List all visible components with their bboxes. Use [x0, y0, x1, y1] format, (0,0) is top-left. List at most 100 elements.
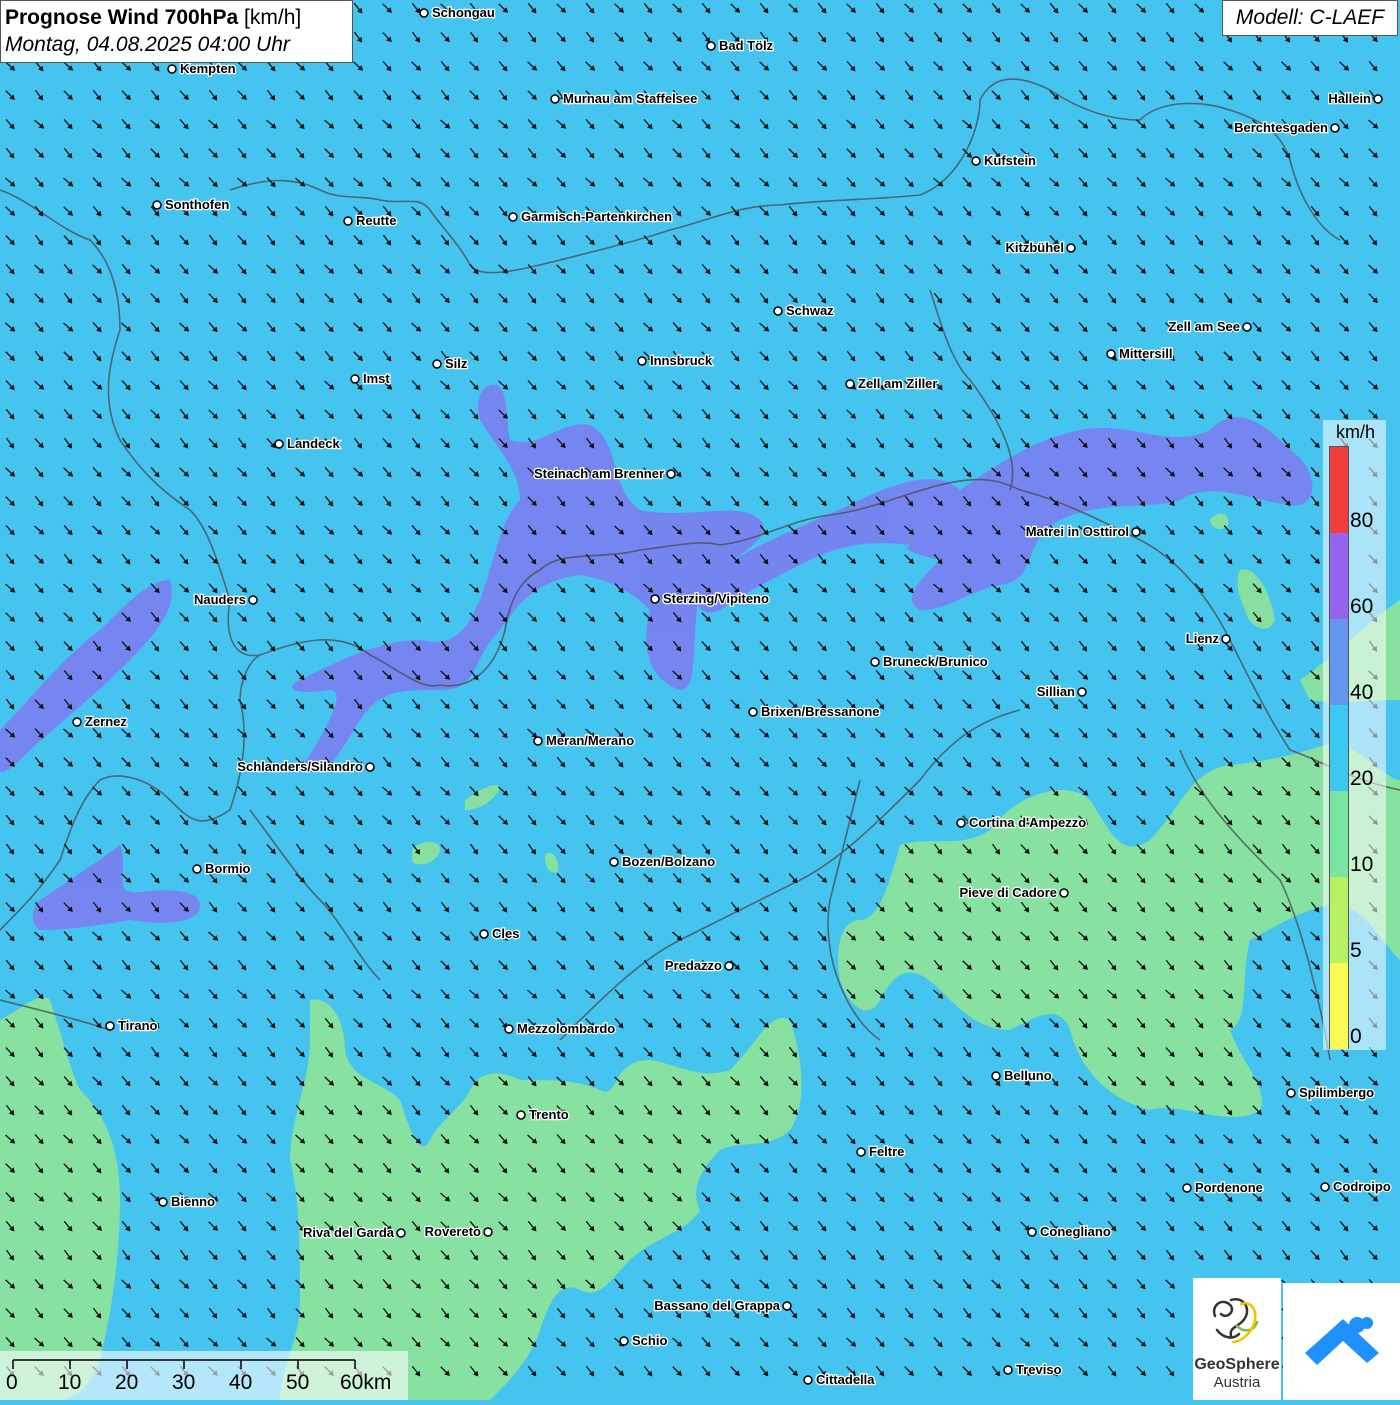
city-dot-icon [1373, 94, 1383, 104]
city-dot-icon [550, 94, 560, 104]
city-marker[interactable]: Matrei in Osttirol [1024, 523, 1141, 540]
city-label: Bassano del Grappa [654, 1298, 780, 1313]
city-dot-icon [483, 1227, 493, 1237]
city-label: Silz [445, 356, 468, 371]
legend-tick-10: 10 [1350, 853, 1374, 876]
city-dot-icon [1221, 634, 1231, 644]
partner-logo[interactable] [1283, 1283, 1400, 1400]
city-dot-icon [508, 212, 518, 222]
geosphere-emblem-icon [1212, 1297, 1259, 1344]
city-dot-icon [432, 359, 442, 369]
legend-segment-5 [1330, 877, 1348, 963]
legend-tick-20: 20 [1350, 767, 1374, 790]
legend-tick-60: 60 [1350, 595, 1374, 618]
city-dot-icon [365, 762, 375, 772]
legend-segment-80 [1330, 447, 1348, 533]
wind-map: Schongau Bad Tölz Kempten Murnau am Staffel… [0, 0, 1400, 1400]
city-label: Pieve di Cadore [959, 885, 1057, 900]
city-label: Lienz [1186, 631, 1220, 646]
city-dot-icon [533, 736, 543, 746]
city-marker[interactable]: Bozen/Bolzano [609, 853, 716, 870]
city-marker[interactable]: Sonthofen [152, 196, 231, 213]
scale-label-40: 40 [229, 1371, 253, 1394]
city-label: Schio [632, 1333, 667, 1348]
city-dot-icon [1242, 322, 1252, 332]
city-marker[interactable]: Spilimbergo [1286, 1084, 1375, 1101]
city-dot-icon [706, 41, 716, 51]
city-marker[interactable]: Bruneck/Brunico [870, 653, 989, 670]
city-dot-icon [504, 1024, 514, 1034]
city-dot-icon [803, 1375, 813, 1385]
city-dot-icon [1106, 349, 1116, 359]
city-marker[interactable]: Garmisch-Partenkirchen [508, 208, 673, 225]
city-dot-icon [167, 64, 177, 74]
city-marker[interactable]: Schlanders/Silandro [236, 758, 375, 775]
city-label: Brixen/Bressanone [761, 704, 880, 719]
city-label: Zell am See [1168, 319, 1240, 334]
city-marker[interactable]: Mezzolombardo [504, 1020, 617, 1037]
city-dot-icon [637, 356, 647, 366]
city-marker[interactable]: Bassano del Grappa [653, 1297, 792, 1314]
city-label: Feltre [869, 1144, 904, 1159]
city-dot-icon [773, 306, 783, 316]
legend-segment-20 [1330, 705, 1348, 791]
city-marker[interactable]: Sterzing/Vipiteno [650, 590, 770, 607]
city-dot-icon [870, 657, 880, 667]
city-dot-icon [666, 469, 676, 479]
city-dot-icon [619, 1336, 629, 1346]
city-marker[interactable]: Murnau am Staffelsee [550, 90, 699, 107]
city-dot-icon [105, 1021, 115, 1031]
city-marker[interactable]: Riva del Garda [302, 1224, 406, 1241]
city-dot-icon [192, 864, 202, 874]
geosphere-logo-line1: GeoSphere [1194, 1356, 1280, 1373]
city-marker[interactable]: Steinach am Brenner [533, 465, 676, 482]
legend-tick-0: 0 [1350, 1025, 1362, 1048]
city-label: Trento [529, 1107, 569, 1122]
city-marker[interactable]: Cortina d'Ampezzo [956, 814, 1088, 831]
legend-unit: km/h [1336, 422, 1376, 442]
scale-label-0: 0 [6, 1371, 18, 1394]
city-dot-icon [782, 1301, 792, 1311]
legend-tick-80: 80 [1350, 509, 1374, 532]
city-label: Codroipo [1333, 1179, 1391, 1194]
scale-label-30: 30 [172, 1371, 196, 1394]
city-dot-icon [856, 1147, 866, 1157]
city-dot-icon [152, 200, 162, 210]
city-dot-icon [1077, 687, 1087, 697]
city-label: Reutte [356, 213, 396, 228]
city-marker[interactable]: Berchtesgaden [1233, 119, 1340, 136]
geosphere-logo-line2: Austria [1213, 1374, 1261, 1391]
city-marker[interactable]: Zell am See [1167, 318, 1252, 335]
city-marker[interactable]: Innsbruck [637, 352, 714, 369]
city-label: Zell am Ziller [858, 376, 937, 391]
city-label: Schwaz [786, 303, 834, 318]
geosphere-logo[interactable]: GeoSphere Austria [1193, 1278, 1281, 1400]
city-dot-icon [1003, 1365, 1013, 1375]
legend-segment-60 [1330, 533, 1348, 619]
city-label: Cortina d'Ampezzo [969, 815, 1086, 830]
city-label: Murnau am Staffelsee [563, 91, 697, 106]
city-dot-icon [748, 707, 758, 717]
city-label: Nauders [194, 592, 246, 607]
title-box: Prognose Wind 700hPa [km/h] Montag, 04.0… [0, 0, 353, 63]
city-label: Riva del Garda [303, 1225, 395, 1240]
city-dot-icon [845, 379, 855, 389]
city-marker[interactable]: Conegliano [1027, 1223, 1112, 1240]
legend-segment-40 [1330, 619, 1348, 705]
legend-tick-40: 40 [1350, 681, 1374, 704]
city-label: Sonthofen [165, 197, 229, 212]
city-marker[interactable]: Schongau [419, 4, 496, 21]
city-marker[interactable]: Brixen/Bressanone [748, 703, 881, 720]
city-label: Berchtesgaden [1234, 120, 1328, 135]
city-marker[interactable]: Pordenone [1182, 1179, 1264, 1196]
city-label: Meran/Merano [546, 733, 634, 748]
city-marker[interactable]: Pieve di Cadore [958, 884, 1069, 901]
legend: km/h 0 5 10 20 40 60 80 [1323, 420, 1386, 1050]
city-marker[interactable]: Meran/Merano [533, 732, 635, 749]
city-dot-icon [609, 857, 619, 867]
city-dot-icon [724, 961, 734, 971]
city-label: Kufstein [984, 153, 1036, 168]
city-marker[interactable]: Zell am Ziller [845, 375, 939, 392]
city-label: Cittadella [816, 1372, 875, 1387]
city-dot-icon [1330, 123, 1340, 133]
